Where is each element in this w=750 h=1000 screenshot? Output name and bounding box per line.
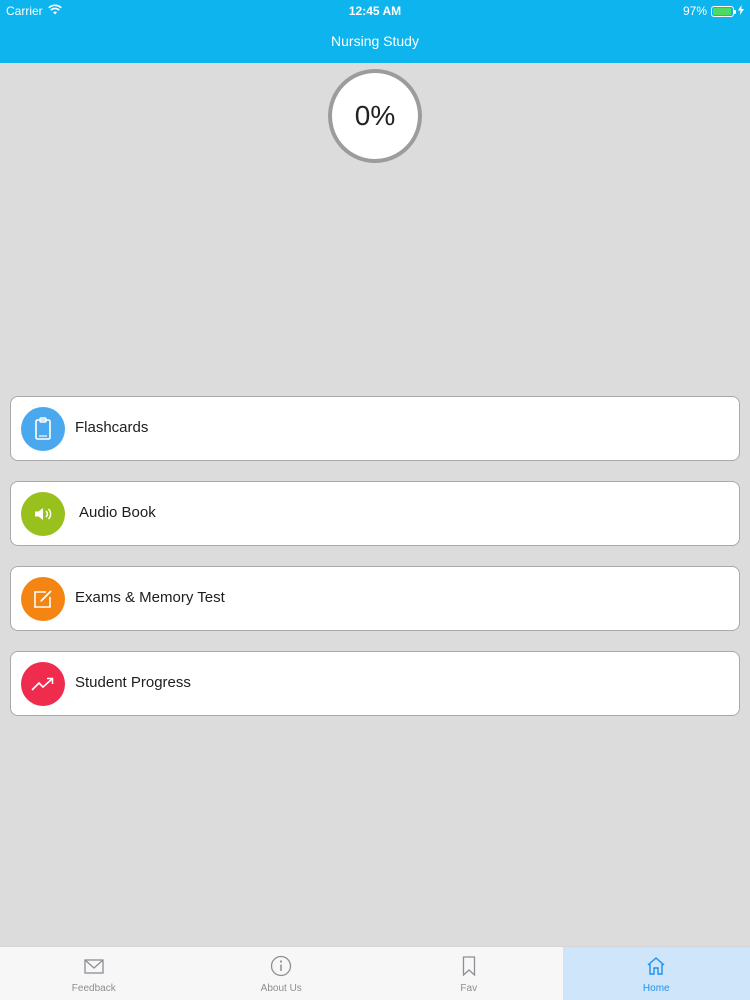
status-time: 12:45 AM (348, 4, 402, 18)
tab-label: About Us (260, 983, 302, 994)
tab-about-us[interactable]: About Us (188, 947, 376, 1000)
speaker-icon (21, 492, 65, 536)
tab-label: Feedback (71, 983, 116, 994)
tab-bar: Feedback About Us Fav Home (0, 946, 750, 1000)
tab-label: Fav (460, 983, 478, 994)
menu-item-label: Student Progress (75, 674, 191, 691)
tab-feedback[interactable]: Feedback (0, 947, 188, 1000)
menu-item-label: Flashcards (75, 419, 149, 436)
header: Carrier 12:45 AM 97% Nursing Study (0, 0, 750, 63)
app-screen: Carrier 12:45 AM 97% Nursing Study 0% Fl… (0, 0, 750, 1000)
battery-indicator: 97% (683, 4, 744, 18)
bookmark-icon (458, 955, 480, 977)
tab-label: Home (642, 983, 670, 994)
battery-icon (711, 5, 736, 17)
audio-book-button[interactable]: Audio Book (10, 481, 740, 546)
charging-icon (738, 4, 744, 18)
page-title: Nursing Study (331, 33, 419, 49)
progress-percent: 0% (354, 100, 396, 131)
trending-up-icon (21, 662, 65, 706)
status-bar: Carrier 12:45 AM 97% (0, 0, 750, 22)
flashcards-button[interactable]: Flashcards (10, 396, 740, 461)
main-menu: Flashcards Audio Book Exams & Memory Tes… (10, 396, 740, 736)
battery-percent: 97% (682, 4, 707, 18)
clipboard-icon (21, 407, 65, 451)
tab-fav[interactable]: Fav (375, 947, 563, 1000)
tab-home[interactable]: Home (562, 947, 750, 1000)
menu-item-label: Exams & Memory Test (75, 589, 225, 606)
envelope-icon (83, 955, 105, 977)
home-icon (645, 955, 667, 977)
edit-icon (21, 577, 65, 621)
exams-memory-test-button[interactable]: Exams & Memory Test (10, 566, 740, 631)
battery-level (713, 7, 732, 15)
progress-ring: 0% (326, 67, 424, 165)
student-progress-button[interactable]: Student Progress (10, 651, 740, 716)
menu-item-label: Audio Book (79, 504, 156, 521)
info-icon (270, 955, 292, 977)
